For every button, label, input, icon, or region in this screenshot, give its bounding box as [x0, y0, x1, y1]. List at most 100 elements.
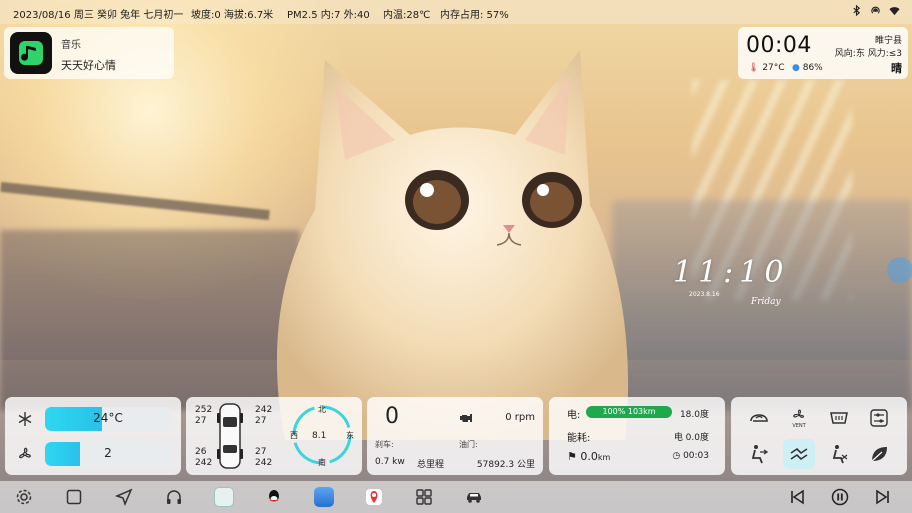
- seat-feet-air-button[interactable]: [823, 439, 855, 469]
- navigation-button[interactable]: [113, 486, 135, 508]
- fan-icon: [19, 447, 31, 459]
- compass-value: 8.1: [312, 431, 327, 441]
- qq-app-button[interactable]: [263, 486, 285, 508]
- tire-rear-right: 27 242: [255, 447, 273, 468]
- date-text: 2023/08/16 周三 癸卯 兔年 七月初一: [13, 10, 184, 21]
- seat-face-feet-air-icon: [790, 447, 808, 461]
- trip-distance: ⚑ 0.0km: [567, 450, 611, 463]
- weather-time: 00:04: [746, 33, 812, 58]
- clock-date: 2023.8.16: [689, 291, 720, 298]
- settings-slider-button[interactable]: [863, 403, 895, 433]
- compass-west: 西: [290, 431, 298, 440]
- app-chat-icon: [214, 487, 234, 507]
- energy-label: 能耗:: [567, 433, 591, 444]
- side-camera-button[interactable]: [887, 257, 912, 283]
- weather-widget[interactable]: 00:04 睢宁县 风向:东 风力:≤3 🌡 27°C ● 86% 晴: [738, 27, 908, 79]
- tire-front-left: 252 27: [195, 405, 213, 426]
- car-icon: [467, 493, 481, 503]
- car-top-view-icon: [217, 403, 243, 469]
- tire-rear-left: 26 242: [195, 447, 213, 468]
- bluetooth-icon: [853, 5, 861, 16]
- settings-icon: [16, 489, 32, 505]
- window-icon: [66, 489, 82, 505]
- windshield-defrost-icon: [830, 412, 848, 424]
- ac-recirc-button[interactable]: [743, 403, 775, 433]
- humidity-value: 86%: [802, 63, 823, 73]
- play-pause-button[interactable]: [829, 486, 851, 508]
- chat-app-button[interactable]: [213, 486, 235, 508]
- weather-app-button[interactable]: [313, 486, 335, 508]
- fan-slider[interactable]: 2: [45, 442, 171, 466]
- window-button[interactable]: [63, 486, 85, 508]
- compass-north: 北: [318, 405, 326, 414]
- next-track-button[interactable]: [872, 486, 894, 508]
- tire-compass-panel: 252 27 242 27 26 242 27 242 北 南 西 东 8.1: [186, 397, 362, 475]
- apps-grid-icon: [416, 489, 432, 505]
- energy-panel: 电: 100% 103km 18.0度 能耗: 电 0.0度 ⚑ 0.0km ◷…: [549, 397, 725, 475]
- vent-button[interactable]: VENT: [783, 403, 815, 433]
- temperature-value: 24°C: [93, 411, 123, 425]
- apps-grid-button[interactable]: [413, 486, 435, 508]
- trip-time: ◷ 00:03: [672, 451, 709, 461]
- mileage-value: 57892.3 公里: [476, 460, 535, 470]
- compass-east: 东: [346, 430, 354, 440]
- brake-value: 0.7 kw: [375, 457, 405, 467]
- vent-fan-icon: VENT: [792, 409, 807, 429]
- map-pin-app-icon: [366, 489, 382, 505]
- temperature-value: 27°C: [762, 63, 785, 73]
- clock-icon: ◷: [672, 451, 681, 461]
- thermometer-icon: 🌡: [748, 63, 760, 73]
- settings-button[interactable]: [13, 486, 35, 508]
- temperature-slider[interactable]: 24°C: [45, 407, 171, 431]
- car-button[interactable]: [463, 486, 485, 508]
- weather-humidity: ● 86%: [792, 63, 823, 73]
- drive-panel: 0 0 rpm 刹车: 油门: 0.7 kw 总里程 57892.3 公里: [367, 397, 543, 475]
- memory-usage-text: 内存占用: 57%: [440, 10, 509, 21]
- clock-day: Friday: [751, 297, 781, 307]
- air-quality-text: PM2.5 内:7 外:40: [287, 10, 370, 21]
- seat-face-air-button[interactable]: [743, 439, 775, 469]
- speed-value: 0: [385, 404, 399, 429]
- weather-condition: 晴: [891, 62, 902, 75]
- tire-front-right: 242 27: [255, 405, 273, 426]
- headphones-button[interactable]: [163, 486, 185, 508]
- previous-track-button[interactable]: [786, 486, 808, 508]
- flag-icon: ⚑: [567, 450, 577, 463]
- settings-slider-icon: [870, 409, 888, 427]
- snowflake-icon: [18, 412, 32, 426]
- quick-controls-panel: VENT: [731, 397, 907, 475]
- dock-bar: [0, 481, 912, 513]
- map-app-button[interactable]: [363, 486, 385, 508]
- ac-recirc-icon: [750, 414, 768, 422]
- throttle-label: 油门:: [459, 440, 478, 449]
- climate-panel: 24°C 2: [5, 397, 181, 475]
- weather-app-icon: [314, 487, 334, 507]
- hotspot-icon: [871, 6, 880, 14]
- vent-label: VENT: [792, 423, 806, 429]
- engine-icon: [460, 414, 472, 422]
- status-bar: 2023/08/16 周三 癸卯 兔年 七月初一 坡度:0 海拔:6.7米 PM…: [0, 0, 912, 24]
- brake-label: 刹车:: [375, 440, 394, 449]
- cat-illustration: [276, 50, 629, 440]
- handwriting-clock: 11:10 2023.8.16 Friday: [665, 255, 805, 315]
- seat-face-feet-air-button[interactable]: [783, 439, 815, 469]
- humidity-icon: ●: [792, 63, 800, 73]
- eco-button[interactable]: [863, 439, 895, 469]
- energy-value: 电 0.0度: [673, 433, 709, 443]
- music-widget[interactable]: 音乐 天天好心情: [4, 27, 174, 79]
- weather-temperature: 🌡 27°C: [748, 63, 785, 73]
- fan-row[interactable]: 2: [15, 442, 175, 466]
- windshield-defrost-button[interactable]: [823, 403, 855, 433]
- rpm-value: 0 rpm: [505, 412, 535, 423]
- compass-south: 南: [318, 457, 326, 467]
- fan-value: 2: [104, 446, 112, 460]
- next-icon: [876, 489, 889, 505]
- navigation-icon: [115, 488, 133, 506]
- eco-leaf-icon: [871, 447, 887, 462]
- song-title: 天天好心情: [61, 59, 116, 72]
- music-app-icon[interactable]: [10, 32, 52, 74]
- temperature-row[interactable]: 24°C: [15, 407, 175, 431]
- wifi-icon: [889, 7, 900, 16]
- qq-icon: [269, 490, 279, 502]
- previous-icon: [791, 489, 804, 505]
